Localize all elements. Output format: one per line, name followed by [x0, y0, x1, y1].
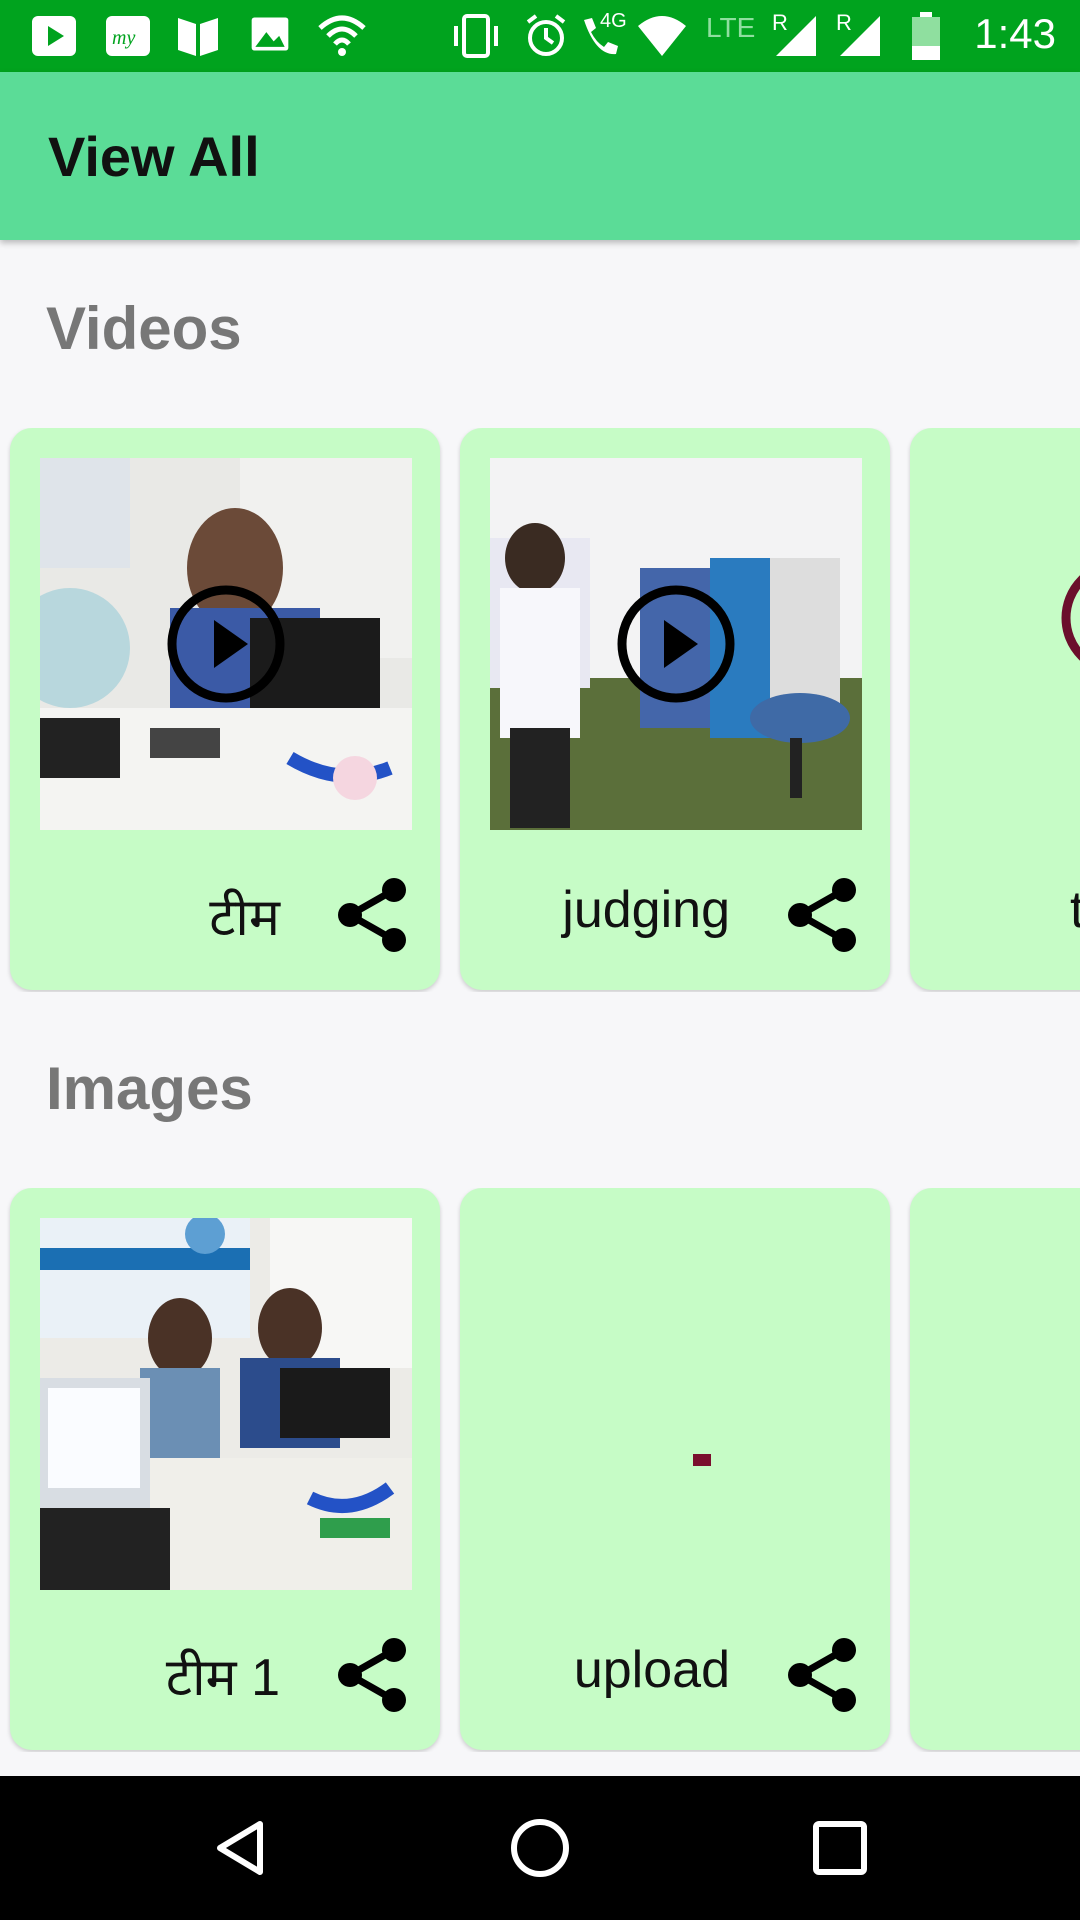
wifi-icon	[318, 15, 366, 56]
app-bar: View All	[0, 72, 1080, 240]
image-card[interactable]: टीम 1	[10, 1188, 440, 1750]
video-caption: टीम	[209, 889, 280, 947]
network-label: 4G	[600, 10, 627, 32]
clock: 1:43	[974, 10, 1056, 57]
lte-label: LTE	[706, 12, 756, 43]
home-icon[interactable]	[508, 1816, 572, 1880]
share-icon[interactable]	[334, 1636, 412, 1714]
share-icon[interactable]	[784, 876, 862, 954]
navigation-bar	[0, 1776, 1080, 1920]
youtube-icon	[32, 16, 76, 56]
video-caption: t	[1070, 881, 1080, 939]
image-caption: टीम 1	[165, 1649, 280, 1707]
play-icon[interactable]	[616, 584, 736, 704]
video-card[interactable]: judging	[460, 428, 890, 990]
image-card[interactable]: upload	[460, 1188, 890, 1750]
video-caption: judging	[562, 881, 730, 939]
video-card[interactable]: t	[910, 428, 1080, 990]
battery-icon	[912, 12, 940, 60]
alarm-icon	[526, 14, 566, 56]
images-row[interactable]: टीम 1 upload	[0, 1188, 1080, 1752]
my-app-icon: my	[106, 16, 150, 56]
section-title-videos: Videos	[46, 295, 242, 362]
status-bar: my 4G LTE R R 1:43	[0, 0, 1080, 72]
video-thumbnail[interactable]	[490, 458, 862, 830]
share-icon[interactable]	[334, 876, 412, 954]
image-icon	[251, 17, 289, 51]
section-title-images: Images	[46, 1055, 253, 1122]
play-icon[interactable]	[166, 584, 286, 704]
book-icon	[178, 18, 218, 56]
video-thumbnail[interactable]	[40, 458, 412, 830]
page-title: View All	[48, 125, 260, 188]
share-icon[interactable]	[784, 1636, 862, 1714]
videos-row[interactable]: टीम judging t	[0, 428, 1080, 992]
vibrate-icon	[454, 14, 498, 58]
play-icon[interactable]	[1060, 558, 1080, 678]
image-card[interactable]	[910, 1188, 1080, 1750]
back-icon[interactable]	[210, 1816, 274, 1880]
roaming-label-1: R	[772, 10, 788, 35]
image-thumbnail[interactable]	[40, 1218, 412, 1590]
image-caption: upload	[573, 1641, 730, 1699]
roaming-label-2: R	[836, 10, 852, 35]
svg-text:my: my	[112, 27, 135, 49]
video-card[interactable]: टीम	[10, 428, 440, 990]
wifi-signal-icon	[638, 16, 686, 56]
recents-icon[interactable]	[810, 1816, 870, 1880]
image-thumbnail[interactable]	[490, 1218, 862, 1590]
